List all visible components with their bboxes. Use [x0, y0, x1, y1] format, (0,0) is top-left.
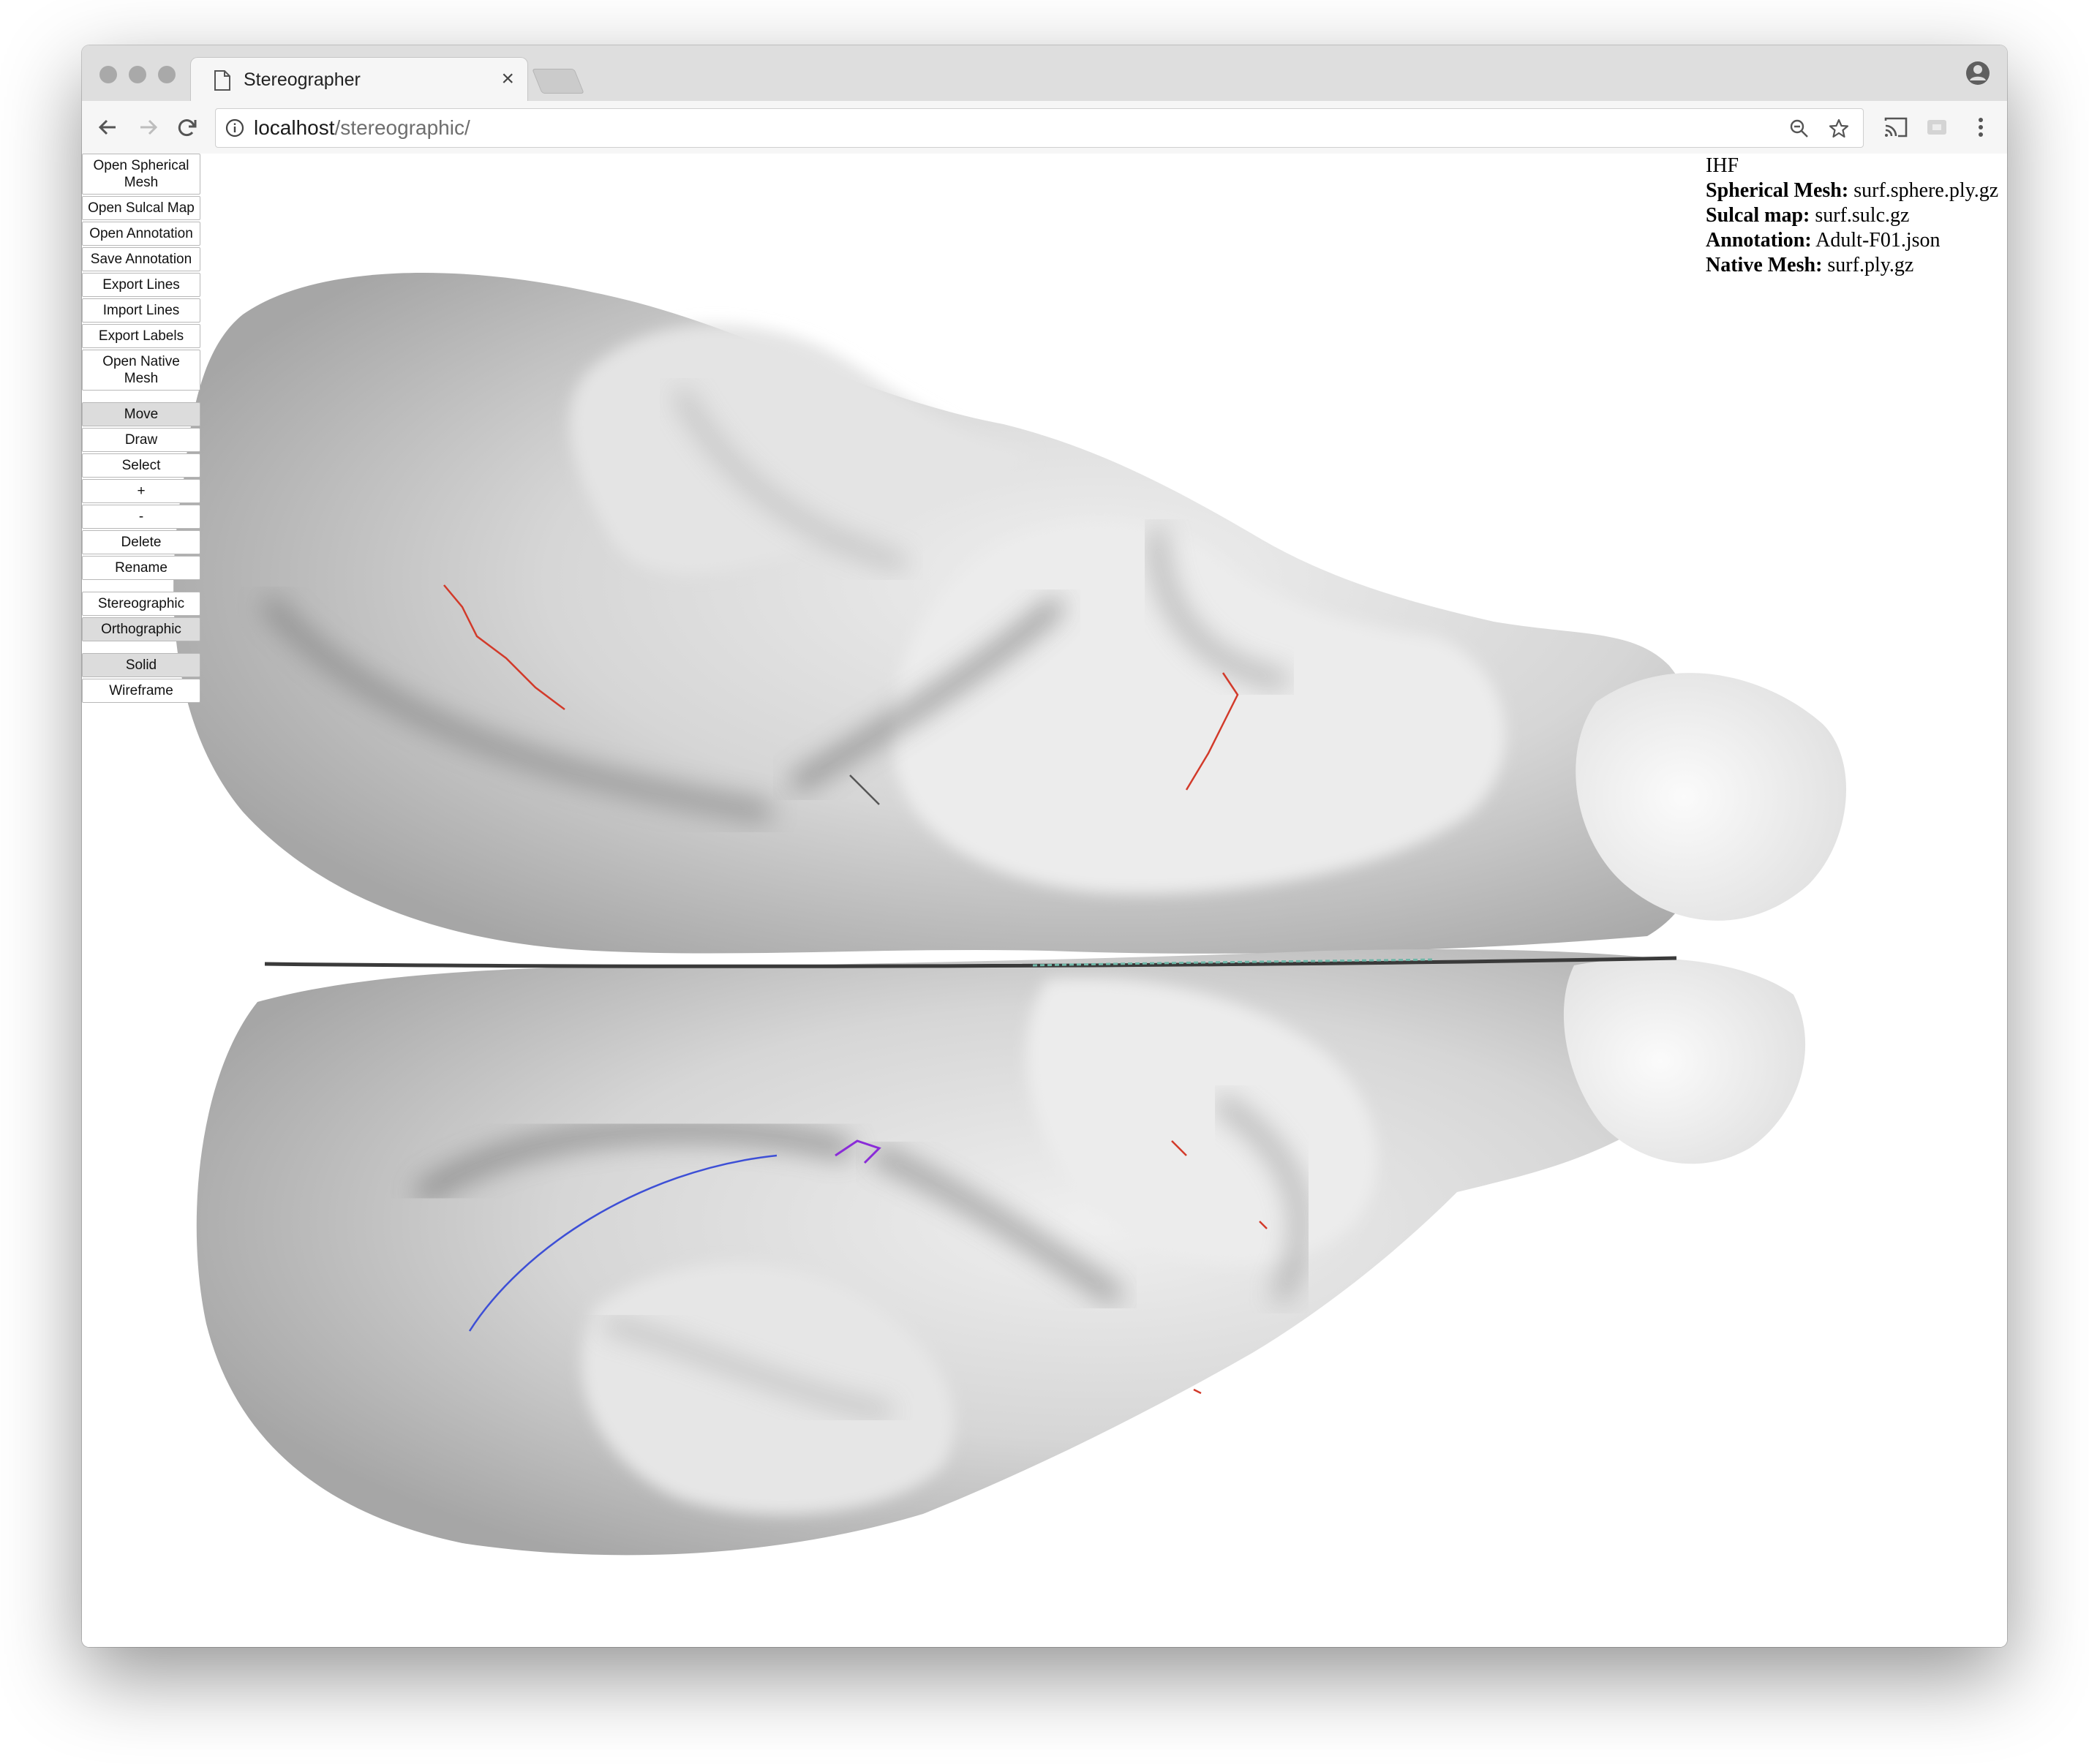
sulcal-map-info: Sulcal map: surf.sulc.gz: [1706, 204, 1910, 227]
stereographic-button[interactable]: Stereographic: [82, 592, 200, 616]
select-tool-button[interactable]: Select: [82, 453, 200, 478]
brain-surface-viewer[interactable]: [82, 154, 2007, 1647]
panel-spacer: [82, 392, 200, 402]
profile-icon[interactable]: [1965, 60, 1991, 86]
save-annotation-button[interactable]: Save Annotation: [82, 247, 200, 271]
export-labels-button[interactable]: Export Labels: [82, 324, 200, 348]
close-icon[interactable]: ×: [501, 67, 514, 91]
open-annotation-button[interactable]: Open Annotation: [82, 222, 200, 246]
document-icon: [214, 70, 230, 91]
export-lines-button[interactable]: Export Lines: [82, 273, 200, 297]
spherical-mesh-info: Spherical Mesh: surf.sphere.ply.gz: [1706, 179, 1999, 202]
panel-spacer: [82, 643, 200, 653]
tab-strip: Stereographer ×: [82, 45, 2007, 103]
menu-dots-icon[interactable]: [1968, 114, 1994, 140]
rename-button[interactable]: Rename: [82, 556, 200, 580]
delete-button[interactable]: Delete: [82, 530, 200, 554]
draw-tool-button[interactable]: Draw: [82, 428, 200, 452]
new-tab-button[interactable]: [532, 69, 584, 94]
reload-icon[interactable]: [171, 111, 203, 143]
control-panel: Open Spherical Mesh Open Sulcal Map Open…: [82, 154, 200, 704]
tab-title: Stereographer: [244, 69, 361, 90]
back-arrow-icon[interactable]: [92, 111, 124, 143]
zoom-in-button[interactable]: +: [82, 479, 200, 503]
minimize-window-button[interactable]: [129, 66, 146, 83]
close-window-button[interactable]: [99, 66, 117, 83]
address-bar[interactable]: localhost/stereographic/: [215, 108, 1864, 148]
url-text: localhost/stereographic/: [254, 116, 470, 139]
mesh-info-panel: IHF Spherical Mesh: surf.sphere.ply.gz S…: [1706, 154, 2007, 278]
page-content: Open Spherical Mesh Open Sulcal Map Open…: [82, 154, 2007, 1647]
wireframe-button[interactable]: Wireframe: [82, 679, 200, 703]
open-native-mesh-button[interactable]: Open Native Mesh: [82, 350, 200, 391]
move-tool-button[interactable]: Move: [82, 402, 200, 426]
browser-window: Stereographer × localhost/stereographic/…: [82, 45, 2007, 1647]
forward-arrow-icon[interactable]: [132, 111, 164, 143]
solid-button[interactable]: Solid: [82, 653, 200, 677]
view-label: IHF: [1706, 154, 1739, 177]
zoom-out-button[interactable]: -: [82, 505, 200, 529]
info-icon[interactable]: [225, 118, 245, 138]
zoom-out-icon[interactable]: [1788, 118, 1810, 140]
panel-spacer: [82, 581, 200, 592]
cast-icon[interactable]: [1883, 114, 1909, 140]
import-lines-button[interactable]: Import Lines: [82, 298, 200, 323]
open-sulcal-map-button[interactable]: Open Sulcal Map: [82, 196, 200, 220]
zoom-window-button[interactable]: [158, 66, 176, 83]
browser-toolbar: localhost/stereographic/: [82, 101, 2007, 154]
native-mesh-info: Native Mesh: surf.ply.gz: [1706, 254, 1914, 276]
annotation-info: Annotation: Adult-F01.json: [1706, 229, 1941, 252]
extension-icon[interactable]: [1924, 114, 1950, 140]
open-spherical-mesh-button[interactable]: Open Spherical Mesh: [82, 154, 200, 195]
lower-hemisphere: [196, 949, 1806, 1556]
upper-hemisphere: [173, 272, 1847, 954]
bookmark-star-icon[interactable]: [1828, 118, 1850, 140]
tab-stereographer[interactable]: Stereographer ×: [190, 57, 528, 103]
orthographic-button[interactable]: Orthographic: [82, 617, 200, 641]
